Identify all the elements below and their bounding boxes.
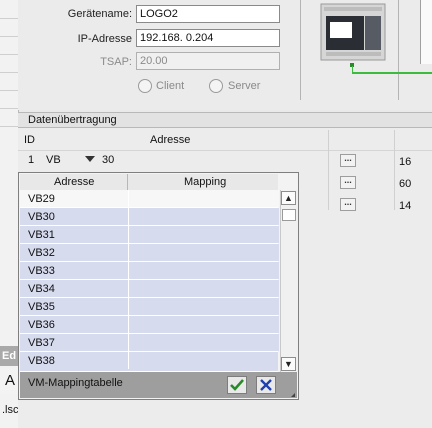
- address-cell: VB32: [28, 247, 55, 259]
- client-radio-label: Client: [156, 80, 185, 92]
- address-cell: VB30: [28, 211, 55, 223]
- mapping-cell[interactable]: [128, 244, 279, 261]
- tsap-field: 20.00: [136, 52, 280, 70]
- divider: [398, 0, 399, 100]
- value-cell: 60: [399, 178, 412, 190]
- divider: [127, 174, 128, 190]
- list-item[interactable]: VB36: [20, 316, 279, 334]
- address-cell: VB35: [28, 301, 55, 313]
- ip-address-label: IP-Adresse: [77, 33, 132, 45]
- ip-address-field[interactable]: 192.168. 0.204: [136, 29, 280, 47]
- popup-column-mapping: Mapping: [184, 176, 227, 188]
- chevron-down-icon[interactable]: [85, 156, 95, 162]
- browse-button[interactable]: ...: [340, 154, 356, 167]
- mapping-cell[interactable]: [128, 352, 278, 369]
- area-select-value[interactable]: VB: [46, 154, 61, 166]
- list-item[interactable]: VB37: [20, 334, 279, 352]
- value-cell: 16: [399, 156, 412, 168]
- row-id: 1: [28, 154, 35, 166]
- server-radio-label: Server: [228, 80, 261, 92]
- background-file-label: .lsc: [2, 404, 18, 416]
- column-header-adresse: Adresse: [150, 134, 191, 146]
- client-radio[interactable]: [138, 79, 152, 93]
- address-cell: VB38: [28, 355, 55, 367]
- address-cell: VB33: [28, 265, 55, 277]
- divider: [394, 130, 395, 210]
- list-item[interactable]: VB30: [20, 208, 279, 226]
- scroll-up-button[interactable]: ▲: [281, 191, 296, 205]
- table-row[interactable]: 1 VB 30: [18, 152, 280, 170]
- mapping-cell[interactable]: [128, 190, 279, 207]
- popup-header: Adresse Mapping: [20, 174, 278, 191]
- divider: [18, 150, 432, 151]
- server-radio[interactable]: [209, 79, 223, 93]
- divider: [328, 130, 329, 210]
- mapping-cell[interactable]: [128, 280, 279, 297]
- list-item[interactable]: VB32: [20, 244, 279, 262]
- list-item[interactable]: VB29: [20, 190, 279, 208]
- close-icon: [260, 379, 272, 391]
- column-header-id: ID: [24, 134, 35, 146]
- address-cell: VB34: [28, 283, 55, 295]
- confirm-button[interactable]: [227, 376, 247, 394]
- partner-device-icon: [420, 0, 432, 64]
- scroll-thumb[interactable]: [282, 209, 296, 221]
- connection-line: [352, 72, 432, 74]
- list-item[interactable]: VB34: [20, 280, 279, 298]
- divider: [300, 0, 301, 100]
- list-item[interactable]: VB33: [20, 262, 279, 280]
- scroll-down-button[interactable]: ▼: [281, 357, 296, 371]
- value-cell: 14: [399, 200, 412, 212]
- background-panel-title: Ed: [0, 346, 18, 366]
- list-item[interactable]: VB38: [20, 352, 278, 372]
- browse-button[interactable]: ...: [340, 198, 356, 211]
- mapping-cell[interactable]: [128, 262, 279, 279]
- logo-plc-icon: [316, 0, 388, 64]
- tsap-label: TSAP:: [100, 56, 132, 68]
- mapping-cell[interactable]: [128, 298, 279, 315]
- address-cell: VB36: [28, 319, 55, 331]
- address-cell: VB29: [28, 193, 55, 205]
- background-letter: A: [0, 368, 18, 394]
- browse-button[interactable]: ...: [340, 176, 356, 189]
- list-item[interactable]: VB35: [20, 298, 279, 316]
- offset-value[interactable]: 30: [102, 154, 114, 166]
- resize-grip-icon[interactable]: [291, 393, 295, 397]
- mapping-cell[interactable]: [128, 208, 279, 225]
- list-item[interactable]: VB31: [20, 226, 279, 244]
- device-name-label: Gerätename:: [67, 8, 132, 20]
- cancel-button[interactable]: [256, 376, 276, 394]
- section-title: Datenübertragung: [18, 112, 432, 128]
- mapping-cell[interactable]: [128, 226, 279, 243]
- mapping-cell[interactable]: [128, 334, 279, 351]
- popup-footer-title: VM-Mappingtabelle: [28, 377, 123, 389]
- device-name-field[interactable]: LOGO2: [136, 5, 280, 23]
- address-cell: VB31: [28, 229, 55, 241]
- address-cell: VB37: [28, 337, 55, 349]
- mapping-cell[interactable]: [128, 316, 279, 333]
- popup-column-adresse: Adresse: [54, 176, 95, 188]
- checkmark-icon: [230, 379, 244, 391]
